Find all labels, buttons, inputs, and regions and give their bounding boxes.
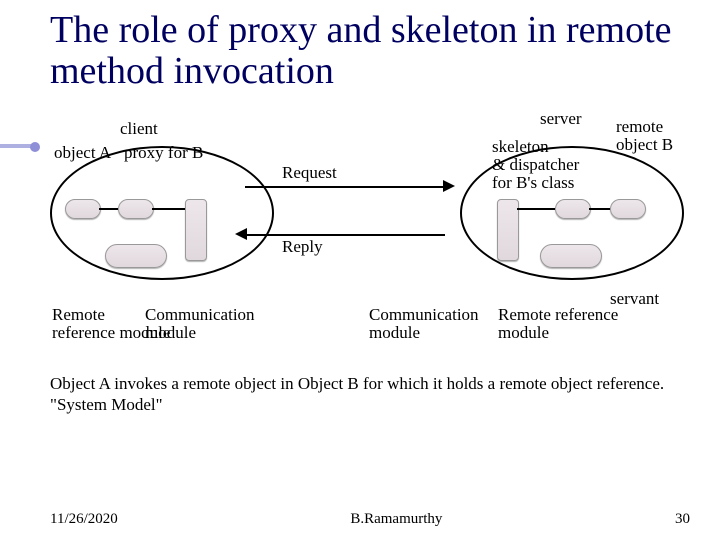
footer-author: B.Ramamurthy: [350, 511, 442, 528]
client-rrm-shape: [105, 244, 167, 268]
link-objA-proxy: [99, 208, 118, 210]
server-cm-label: Communication module: [369, 306, 479, 342]
proxy-for-b-shape: [118, 199, 154, 219]
slide-title: The role of proxy and skeleton in remote…: [50, 10, 690, 92]
reply-arrowhead-icon: [235, 228, 247, 240]
skeleton-label: skeleton & dispatcher for B's class: [492, 138, 579, 192]
server-rrm-label: Remote reference module: [498, 306, 618, 342]
proxy-label: proxy for B: [124, 144, 203, 162]
object-a-label: object A: [54, 144, 111, 162]
servant-label: servant: [610, 290, 659, 308]
slide: The role of proxy and skeleton in remote…: [0, 0, 720, 540]
client-cm-label: Communication module: [145, 306, 255, 342]
reply-line: [245, 234, 445, 236]
client-label: client: [120, 120, 158, 138]
link-skeleton-objB: [589, 208, 610, 210]
decoration-line: [0, 144, 33, 148]
remote-object-b-label: remote object B: [616, 118, 673, 154]
server-label: server: [540, 110, 582, 128]
footer-page: 30: [675, 511, 690, 528]
server-rrm-shape: [540, 244, 602, 268]
slide-footer: 11/26/2020 B.Ramamurthy 30: [50, 511, 690, 528]
link-cm-skeleton: [517, 208, 555, 210]
reply-label: Reply: [282, 238, 323, 256]
remote-object-b-shape: [610, 199, 646, 219]
request-line: [245, 186, 445, 188]
request-arrowhead-icon: [443, 180, 455, 192]
object-a-shape: [65, 199, 101, 219]
request-label: Request: [282, 164, 337, 182]
client-comm-module-shape: [185, 199, 207, 261]
decoration-bullet: [30, 142, 40, 152]
footer-date: 11/26/2020: [50, 511, 118, 528]
skeleton-shape: [555, 199, 591, 219]
slide-caption: Object A invokes a remote object in Obje…: [50, 373, 690, 416]
rmi-diagram: client server object A proxy for B skele…: [50, 104, 690, 359]
link-proxy-cm: [152, 208, 185, 210]
server-comm-module-shape: [497, 199, 519, 261]
